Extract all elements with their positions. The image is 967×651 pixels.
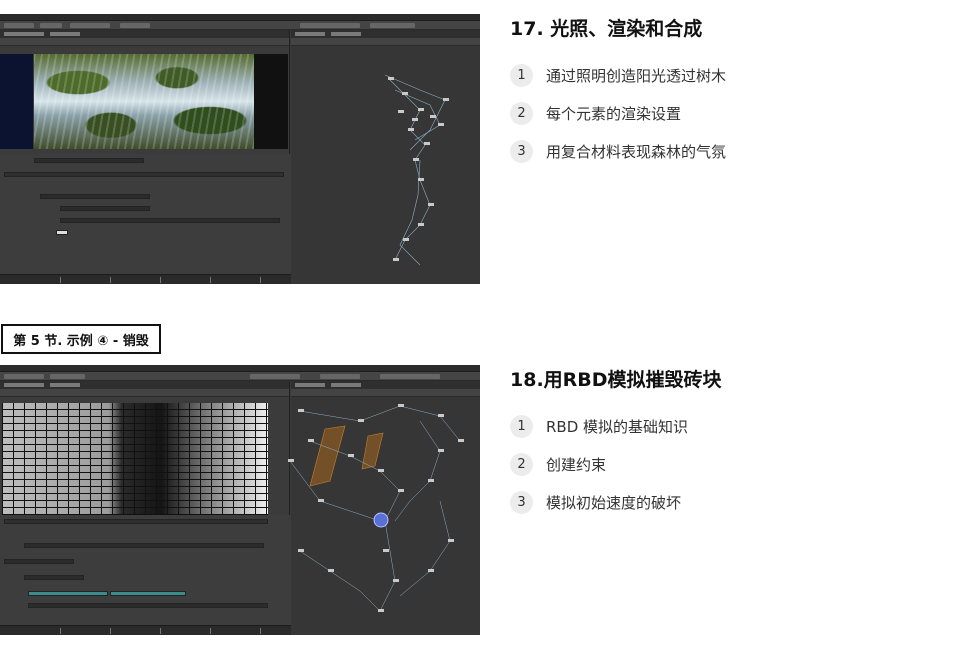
item-number-badge: 2 xyxy=(510,452,533,476)
app-toolbar xyxy=(0,21,480,30)
item-text: 通过照明创造阳光透过树木 xyxy=(546,66,727,85)
lesson-17-screenshot xyxy=(0,14,480,284)
list-item: 2 每个元素的渲染设置 xyxy=(510,94,950,132)
app-menubar xyxy=(0,365,480,372)
lesson-18: 18.用RBD模拟摧毁砖块 1 RBD 模拟的基础知识 2 创建约束 3 模拟初… xyxy=(510,367,950,521)
list-item: 3 模拟初始速度的破坏 xyxy=(510,483,950,521)
lesson-title: 18.用RBD模拟摧毁砖块 xyxy=(510,369,722,391)
app-toolbar xyxy=(0,372,480,381)
item-number-badge: 2 xyxy=(510,101,533,125)
list-item: 1 通过照明创造阳光透过树木 xyxy=(510,56,950,94)
item-number-badge: 3 xyxy=(510,139,533,163)
lesson-topic-list: 1 RBD 模拟的基础知识 2 创建约束 3 模拟初始速度的破坏 xyxy=(510,407,950,521)
node-graph xyxy=(288,404,464,612)
list-item: 1 RBD 模拟的基础知识 xyxy=(510,407,950,445)
item-text: 用复合材料表现森林的气氛 xyxy=(546,142,727,161)
item-text: 模拟初始速度的破坏 xyxy=(546,493,682,512)
lesson-17: 17. 光照、渲染和合成 1 通过照明创造阳光透过树木 2 每个元素的渲染设置 … xyxy=(510,16,950,170)
lesson-18-screenshot xyxy=(0,365,480,635)
list-item: 2 创建约束 xyxy=(510,445,950,483)
item-text: RBD 模拟的基础知识 xyxy=(546,417,689,436)
item-number-badge: 3 xyxy=(510,490,533,514)
item-number-badge: 1 xyxy=(510,414,533,438)
list-item: 3 用复合材料表现森林的气氛 xyxy=(510,132,950,170)
lesson-topic-list: 1 通过照明创造阳光透过树木 2 每个元素的渲染设置 3 用复合材料表现森林的气… xyxy=(510,56,950,170)
item-text: 每个元素的渲染设置 xyxy=(546,104,682,123)
lesson-title: 17. 光照、渲染和合成 xyxy=(510,18,703,40)
app-menubar xyxy=(0,14,480,21)
section-tag: 第 5 节. 示例 ④ - 销毁 xyxy=(1,324,161,354)
item-text: 创建约束 xyxy=(546,455,607,474)
node-graph xyxy=(384,74,449,266)
item-number-badge: 1 xyxy=(510,63,533,87)
